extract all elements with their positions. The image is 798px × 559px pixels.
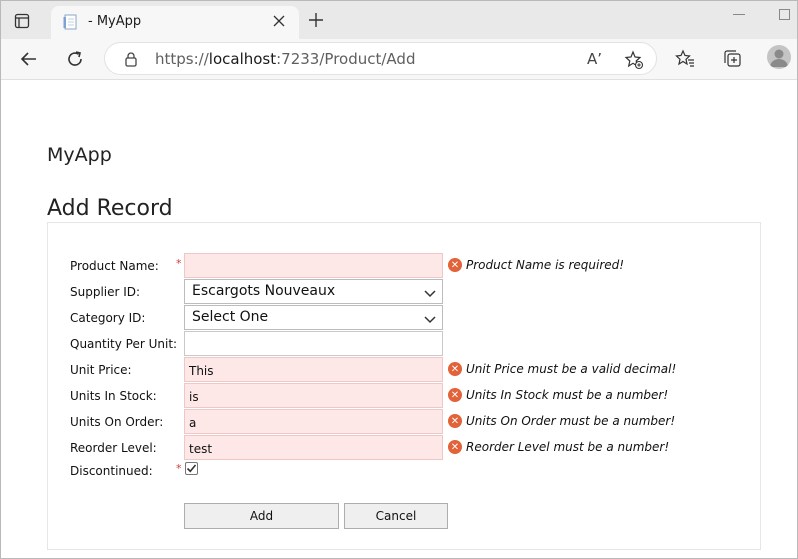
- error-icon: ✕: [448, 362, 462, 376]
- reorder-level-error: ✕ Reorder Level must be a number!: [448, 440, 669, 454]
- category-id-value: Select One: [192, 309, 269, 325]
- supplier-id-label: Supplier ID:: [70, 285, 141, 299]
- category-id-row: Category ID: Select One: [48, 305, 762, 331]
- new-tab-icon[interactable]: [306, 10, 326, 30]
- units-in-stock-error-text: Units In Stock must be a number!: [466, 388, 669, 402]
- supplier-id-select[interactable]: Escargots Nouveaux: [184, 279, 443, 304]
- supplier-id-row: Supplier ID: Escargots Nouveaux: [48, 279, 762, 305]
- url-scheme: https://: [155, 50, 209, 68]
- error-icon: ✕: [448, 414, 462, 428]
- units-in-stock-row: Units In Stock: is ✕ Units In Stock must…: [48, 383, 762, 409]
- address-bar[interactable]: https://localhost:7233/Product/Add Aʼ: [104, 42, 657, 75]
- lock-icon[interactable]: [123, 51, 139, 67]
- unit-price-input[interactable]: This: [184, 357, 443, 382]
- minimize-icon[interactable]: [733, 14, 745, 15]
- unit-price-error-text: Unit Price must be a valid decimal!: [466, 362, 677, 376]
- page-title: Add Record: [47, 196, 173, 221]
- browser-window: - MyApp https://localhost:7233/Product/A…: [0, 0, 798, 559]
- back-arrow-icon[interactable]: [17, 47, 41, 71]
- collections-icon[interactable]: [720, 47, 744, 71]
- product-name-error-text: Product Name is required!: [466, 258, 625, 272]
- url-path: /Product/Add: [319, 50, 416, 68]
- reorder-level-error-text: Reorder Level must be a number!: [466, 440, 670, 454]
- unit-price-error: ✕ Unit Price must be a valid decimal!: [448, 362, 676, 376]
- product-name-input[interactable]: [184, 253, 443, 278]
- chevron-down-icon: [424, 287, 436, 298]
- browser-tab[interactable]: - MyApp: [51, 6, 299, 39]
- chevron-down-icon: [424, 313, 436, 324]
- unit-price-label: Unit Price:: [70, 363, 132, 377]
- unit-price-row: Unit Price: This ✕ Unit Price must be a …: [48, 357, 762, 383]
- browser-toolbar: https://localhost:7233/Product/Add Aʼ: [1, 39, 797, 80]
- quantity-per-unit-row: Quantity Per Unit:: [48, 331, 762, 357]
- refresh-icon[interactable]: [63, 47, 87, 71]
- error-icon: ✕: [448, 440, 462, 454]
- add-record-form: Product Name: * ✕ Product Name is requir…: [47, 222, 761, 550]
- tab-actions-icon[interactable]: [9, 10, 35, 32]
- units-on-order-input[interactable]: a: [184, 409, 443, 434]
- url-host: localhost: [208, 50, 277, 68]
- tab-title: - MyApp: [88, 14, 142, 29]
- supplier-id-value: Escargots Nouveaux: [192, 283, 336, 299]
- close-tab-icon[interactable]: [271, 13, 287, 29]
- discontinued-label: Discontinued:: [70, 464, 153, 478]
- cancel-button[interactable]: Cancel: [344, 503, 448, 529]
- category-id-select[interactable]: Select One: [184, 305, 443, 330]
- reorder-level-input[interactable]: test: [184, 435, 443, 460]
- units-on-order-row: Units On Order: a ✕ Units On Order must …: [48, 409, 762, 435]
- app-brand[interactable]: MyApp: [47, 144, 112, 166]
- product-name-row: Product Name: * ✕ Product Name is requir…: [48, 253, 762, 279]
- units-on-order-error: ✕ Units On Order must be a number!: [448, 414, 675, 428]
- add-favorite-icon[interactable]: [624, 50, 644, 70]
- quantity-per-unit-label: Quantity Per Unit:: [70, 337, 178, 351]
- reorder-level-label: Reorder Level:: [70, 441, 157, 455]
- read-aloud-icon[interactable]: Aʼ: [587, 50, 602, 68]
- url-port: :7233: [276, 50, 320, 68]
- discontinued-checkbox[interactable]: [185, 462, 198, 475]
- tab-strip: - MyApp: [1, 1, 797, 39]
- maximize-icon[interactable]: [779, 9, 790, 20]
- url-text[interactable]: https://localhost:7233/Product/Add: [155, 50, 415, 68]
- quantity-per-unit-input[interactable]: [184, 331, 443, 356]
- units-in-stock-label: Units In Stock:: [70, 389, 157, 403]
- error-icon: ✕: [448, 388, 462, 402]
- required-marker: *: [176, 257, 182, 270]
- required-marker: *: [176, 462, 182, 475]
- profile-avatar[interactable]: [767, 45, 791, 69]
- discontinued-row: Discontinued: *: [48, 461, 762, 487]
- product-name-error: ✕ Product Name is required!: [448, 258, 624, 272]
- reorder-level-row: Reorder Level: test ✕ Reorder Level must…: [48, 435, 762, 461]
- product-name-label: Product Name:: [70, 259, 159, 273]
- units-on-order-label: Units On Order:: [70, 415, 164, 429]
- category-id-label: Category ID:: [70, 311, 146, 325]
- favorites-icon[interactable]: [673, 47, 697, 71]
- units-in-stock-input[interactable]: is: [184, 383, 443, 408]
- error-icon: ✕: [448, 258, 462, 272]
- units-in-stock-error: ✕ Units In Stock must be a number!: [448, 388, 668, 402]
- page-favicon-icon: [63, 14, 79, 30]
- add-button[interactable]: Add: [184, 503, 339, 529]
- checkmark-icon: [186, 464, 197, 473]
- units-on-order-error-text: Units On Order must be a number!: [466, 414, 676, 428]
